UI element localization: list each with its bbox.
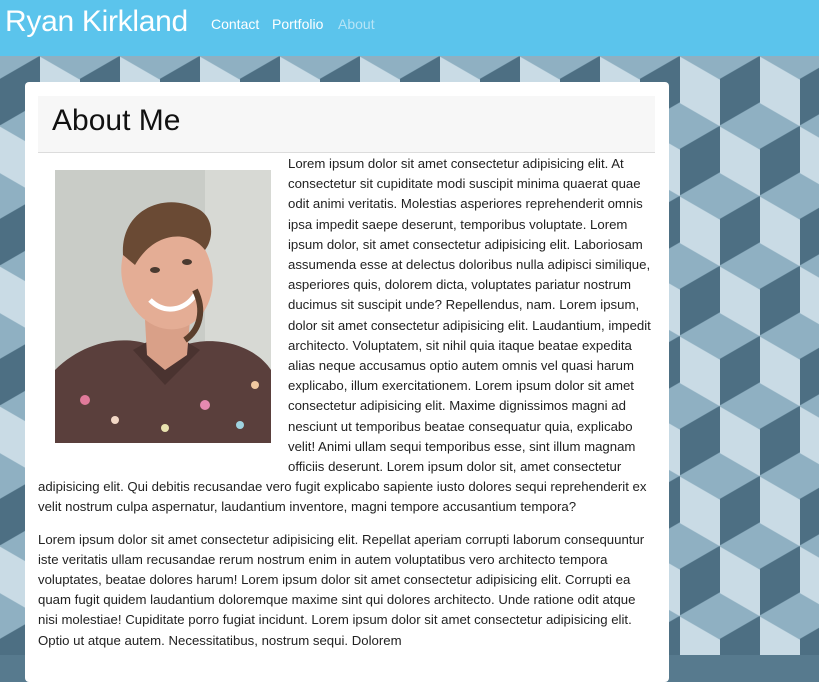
top-navbar: Ryan Kirkland Contact Portfolio About	[0, 0, 819, 56]
about-card: About Me Lorem ipsum dolor sit amet cons…	[25, 82, 669, 682]
card-header: About Me	[38, 96, 655, 153]
photo-float-spacer	[38, 154, 288, 462]
nav-link-contact[interactable]: Contact	[211, 16, 259, 32]
about-paragraph-2: Lorem ipsum dolor sit amet consectetur a…	[38, 531, 645, 648]
page-title: About Me	[52, 104, 181, 137]
nav-link-about[interactable]: About	[338, 16, 375, 32]
nav-link-portfolio[interactable]: Portfolio	[272, 16, 323, 32]
about-body: Lorem ipsum dolor sit amet consectetur a…	[38, 154, 658, 663]
site-brand[interactable]: Ryan Kirkland	[5, 5, 188, 39]
